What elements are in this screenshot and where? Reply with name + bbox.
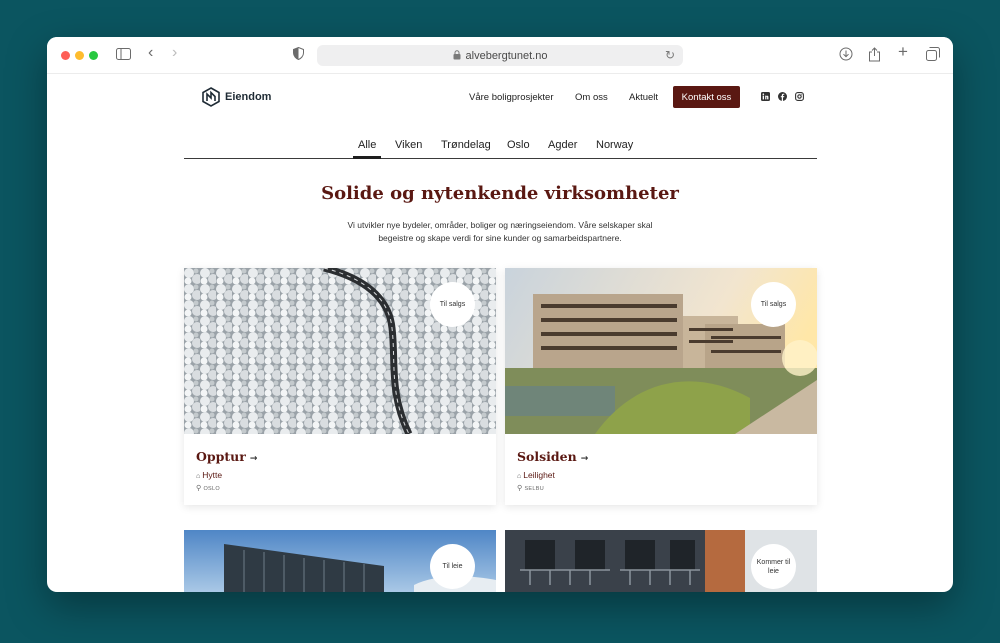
home-icon: ⌂ [196, 473, 201, 480]
project-card-opptur[interactable]: Til salgs Opptur → ⌂ Hytte ⚲ OSLO [184, 268, 496, 505]
arrow-right-icon: → [580, 454, 589, 464]
nav-link-om-oss[interactable]: Om oss [575, 92, 608, 103]
status-badge: Kommer til leie [751, 544, 796, 589]
url-text: alvebergtunet.no [465, 49, 548, 62]
browser-window: ‹ › alvebergtunet.no ↻ + Eiendom Våre bo… [47, 37, 953, 592]
home-icon: ⌂ [517, 473, 522, 480]
card-location-text: OSLO [203, 486, 220, 492]
facebook-icon[interactable] [778, 92, 787, 101]
tab-alle[interactable]: Alle [352, 139, 382, 159]
card-property-type: ⌂ Leilighet [517, 470, 555, 480]
status-badge: Til leie [430, 544, 475, 589]
nav-link-boligprosjekter[interactable]: Våre boligprosjekter [469, 92, 554, 103]
tab-norway[interactable]: Norway [596, 139, 633, 151]
tab-viken[interactable]: Viken [395, 139, 422, 151]
logo-text: Eiendom [225, 91, 272, 103]
tab-trondelag[interactable]: Trøndelag [441, 139, 491, 151]
project-card-3[interactable]: Til leie [184, 530, 496, 592]
instagram-icon[interactable] [795, 92, 804, 101]
nav-link-aktuelt[interactable]: Aktuelt [629, 92, 658, 103]
lock-icon [453, 49, 461, 62]
intro-line-2: begeistre og skape verdi for sine kunder… [378, 233, 622, 243]
reload-icon[interactable]: ↻ [665, 48, 675, 62]
card-location: ⚲ SELBU [517, 484, 544, 492]
privacy-shield-icon[interactable] [293, 46, 304, 63]
status-badge: Til salgs [751, 282, 796, 327]
sidebar-toggle-icon[interactable] [116, 47, 131, 63]
card-location-text: SELBU [524, 486, 544, 492]
card-title-text: Opptur [196, 449, 246, 464]
location-pin-icon: ⚲ [517, 485, 523, 492]
status-badge: Til salgs [430, 282, 475, 327]
address-bar[interactable]: alvebergtunet.no ↻ [317, 45, 683, 66]
logo-mark-icon [202, 87, 220, 107]
location-pin-icon: ⚲ [196, 485, 202, 492]
region-tabs: Alle Viken Trøndelag Oslo Agder Norway [184, 133, 817, 159]
arrow-right-icon: → [249, 454, 258, 464]
back-icon[interactable]: ‹ [148, 45, 153, 61]
tab-agder[interactable]: Agder [548, 139, 577, 151]
browser-toolbar: ‹ › alvebergtunet.no ↻ + [47, 37, 953, 74]
page-headline: Solide og nytenkende virksomheter [321, 183, 679, 204]
project-card-solsiden[interactable]: Til salgs Solsiden → ⌂ Leilighet ⚲ SELBU [505, 268, 817, 505]
project-card-4[interactable]: Kommer til leie [505, 530, 817, 592]
contact-button[interactable]: Kontakt oss [673, 86, 740, 108]
card-type-text: Leilighet [523, 470, 555, 480]
tab-oslo[interactable]: Oslo [507, 139, 530, 151]
zoom-window-button[interactable] [89, 51, 98, 60]
intro-line-1: Vi utvikler nye bydeler, områder, bolige… [347, 220, 653, 230]
card-title[interactable]: Opptur → [196, 449, 257, 464]
downloads-icon[interactable] [839, 47, 853, 64]
close-window-button[interactable] [61, 51, 70, 60]
intro-text: Vi utvikler nye bydeler, områder, bolige… [332, 219, 668, 245]
card-title-text: Solsiden [517, 449, 577, 464]
card-location: ⚲ OSLO [196, 484, 220, 492]
new-tab-icon[interactable]: + [898, 43, 908, 60]
share-icon[interactable] [868, 47, 881, 65]
forward-icon[interactable]: › [172, 45, 177, 61]
minimize-window-button[interactable] [75, 51, 84, 60]
tab-overview-icon[interactable] [926, 47, 940, 64]
card-property-type: ⌂ Hytte [196, 470, 222, 480]
card-title[interactable]: Solsiden → [517, 449, 588, 464]
site-logo[interactable]: Eiendom [201, 87, 271, 107]
card-type-text: Hytte [202, 470, 223, 480]
linkedin-icon[interactable] [761, 92, 770, 101]
